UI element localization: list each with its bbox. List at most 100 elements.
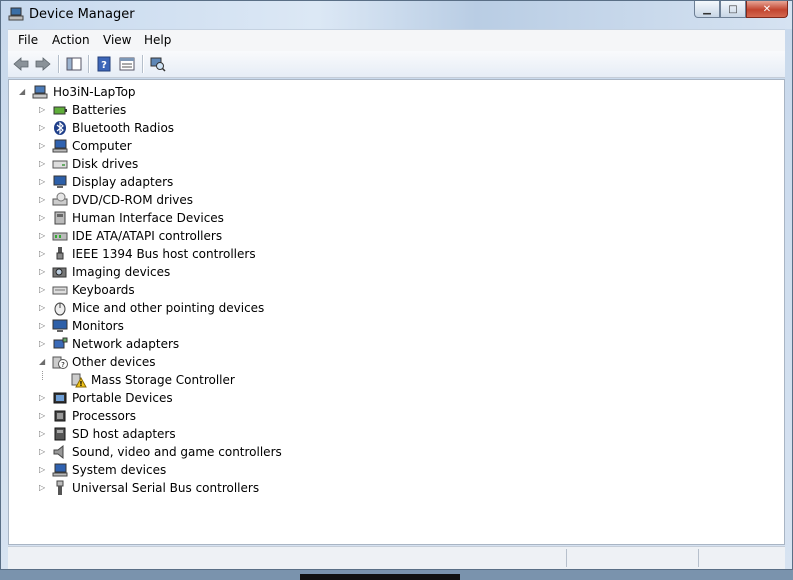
tree-root[interactable]: ◢ Ho3iN-LapTop	[9, 83, 784, 101]
menu-action[interactable]: Action	[52, 33, 90, 47]
tree-item-label: DVD/CD-ROM drives	[72, 193, 194, 207]
tree-item-monitors[interactable]: ▷ Monitors	[9, 317, 784, 335]
expand-arrow-icon[interactable]: ▷	[39, 231, 47, 241]
tree-connector-line	[42, 371, 44, 380]
disk-drive-icon	[52, 156, 68, 172]
tree-item-mass-storage-controller[interactable]: ! Mass Storage Controller	[9, 371, 784, 389]
tree-item-display-adapters[interactable]: ▷ Display adapters	[9, 173, 784, 191]
tree-item-other-devices[interactable]: ◢? Other devices	[9, 353, 784, 371]
back-button[interactable]	[12, 55, 30, 73]
expand-arrow-icon[interactable]: ▷	[39, 483, 47, 493]
scan-hardware-icon	[150, 57, 166, 72]
tree-item-ide-ata-atapi-controllers[interactable]: ▷ IDE ATA/ATAPI controllers	[9, 227, 784, 245]
expand-arrow-icon[interactable]: ▷	[39, 411, 47, 421]
tree-item-label: Display adapters	[72, 175, 174, 189]
show-hide-tree-icon	[66, 57, 82, 71]
tree-item-universal-serial-bus-controllers[interactable]: ▷ Universal Serial Bus controllers	[9, 479, 784, 497]
expand-arrow-icon[interactable]: ▷	[39, 267, 47, 277]
battery-icon	[52, 102, 68, 118]
computer-root-icon	[32, 84, 48, 100]
svg-text:?: ?	[61, 361, 65, 369]
tree-item-disk-drives[interactable]: ▷ Disk drives	[9, 155, 784, 173]
tree-item-human-interface-devices[interactable]: ▷ Human Interface Devices	[9, 209, 784, 227]
tree-item-label: Sound, video and game controllers	[72, 445, 282, 459]
dvd-drive-icon	[52, 192, 68, 208]
menu-file[interactable]: File	[18, 33, 38, 47]
system-device-icon	[52, 462, 68, 478]
expand-arrow-icon[interactable]: ▷	[39, 213, 47, 223]
tree-item-label: SD host adapters	[72, 427, 176, 441]
tree-item-label: Computer	[72, 139, 132, 153]
expand-arrow-icon[interactable]: ▷	[39, 393, 47, 403]
minimize-button[interactable]: ▁	[694, 1, 720, 18]
toolbar-separator	[88, 55, 90, 73]
tree-item-network-adapters[interactable]: ▷ Network adapters	[9, 335, 784, 353]
tree-item-label: Bluetooth Radios	[72, 121, 175, 135]
status-pane	[698, 549, 699, 567]
tree-item-computer[interactable]: ▷ Computer	[9, 137, 784, 155]
tree-item-label: System devices	[72, 463, 167, 477]
mouse-icon	[52, 300, 68, 316]
expand-arrow-icon[interactable]: ▷	[39, 303, 47, 313]
title-bar[interactable]: Device Manager ▁ □ ✕	[1, 1, 792, 29]
forward-button[interactable]	[34, 55, 52, 73]
tree-root-label: Ho3iN-LapTop	[53, 85, 136, 99]
window-title: Device Manager	[29, 7, 135, 22]
tree-item-dvd-cd-rom-drives[interactable]: ▷ DVD/CD-ROM drives	[9, 191, 784, 209]
tree-item-imaging-devices[interactable]: ▷ Imaging devices	[9, 263, 784, 281]
tree-item-portable-devices[interactable]: ▷ Portable Devices	[9, 389, 784, 407]
warning-device-icon: !	[71, 372, 87, 388]
device-manager-icon	[8, 7, 24, 21]
toolbar-separator	[142, 55, 144, 73]
processor-icon	[52, 408, 68, 424]
tree-item-bluetooth-radios[interactable]: ▷ Bluetooth Radios	[9, 119, 784, 137]
device-tree[interactable]: ◢ Ho3iN-LapTop ▷ Batteries ▷ Bluetooth Radi…	[8, 79, 785, 545]
tree-item-sd-host-adapters[interactable]: ▷ SD host adapters	[9, 425, 784, 443]
tree-item-mice-and-other-pointing-devices[interactable]: ▷ Mice and other pointing devices	[9, 299, 784, 317]
tree-item-sound-video-and-game-controllers[interactable]: ▷ Sound, video and game controllers	[9, 443, 784, 461]
tree-item-label: Human Interface Devices	[72, 211, 224, 225]
forward-icon	[35, 57, 51, 71]
monitor-icon	[52, 318, 68, 334]
tree-item-label: Batteries	[72, 103, 127, 117]
expand-arrow-icon[interactable]: ▷	[39, 339, 47, 349]
maximize-icon: □	[728, 3, 738, 15]
expand-arrow-icon[interactable]: ▷	[39, 249, 47, 259]
expand-arrow-icon[interactable]: ▷	[39, 159, 47, 169]
background-window-strip	[300, 574, 460, 580]
tree-item-ieee-1394-bus-host-controllers[interactable]: ▷ IEEE 1394 Bus host controllers	[9, 245, 784, 263]
tree-item-system-devices[interactable]: ▷ System devices	[9, 461, 784, 479]
tree-item-keyboards[interactable]: ▷ Keyboards	[9, 281, 784, 299]
expand-arrow-icon[interactable]: ▷	[39, 195, 47, 205]
expand-arrow-icon[interactable]: ▷	[39, 141, 47, 151]
close-button[interactable]: ✕	[746, 1, 788, 18]
properties-button[interactable]	[118, 55, 136, 73]
collapse-arrow-icon[interactable]: ◢	[19, 87, 27, 97]
menu-view[interactable]: View	[103, 33, 131, 47]
expand-arrow-icon[interactable]: ▷	[39, 447, 47, 457]
help-button[interactable]: ?	[95, 55, 113, 73]
tree-item-processors[interactable]: ▷ Processors	[9, 407, 784, 425]
expand-arrow-icon[interactable]: ▷	[39, 429, 47, 439]
collapse-arrow-icon[interactable]: ◢	[39, 357, 47, 367]
expand-arrow-icon[interactable]: ▷	[39, 105, 47, 115]
tree-item-label: Portable Devices	[72, 391, 173, 405]
tree-item-label: Mice and other pointing devices	[72, 301, 265, 315]
show-hide-tree-button[interactable]	[65, 55, 83, 73]
speaker-icon	[52, 444, 68, 460]
device-manager-window: Device Manager ▁ □ ✕ File Action View He…	[0, 0, 793, 570]
menu-help[interactable]: Help	[144, 33, 171, 47]
tree-item-label: Other devices	[72, 355, 156, 369]
tree-item-batteries[interactable]: ▷ Batteries	[9, 101, 784, 119]
expand-arrow-icon[interactable]: ▷	[39, 123, 47, 133]
maximize-button[interactable]: □	[720, 1, 746, 18]
expand-arrow-icon[interactable]: ▷	[39, 321, 47, 331]
expand-arrow-icon[interactable]: ▷	[39, 465, 47, 475]
scan-hardware-button[interactable]	[149, 55, 167, 73]
toolbar-separator	[58, 55, 60, 73]
close-icon: ✕	[762, 3, 772, 15]
expand-arrow-icon[interactable]: ▷	[39, 177, 47, 187]
tree-item-label: IEEE 1394 Bus host controllers	[72, 247, 256, 261]
expand-arrow-icon[interactable]: ▷	[39, 285, 47, 295]
caption-buttons: ▁ □ ✕	[694, 1, 788, 20]
